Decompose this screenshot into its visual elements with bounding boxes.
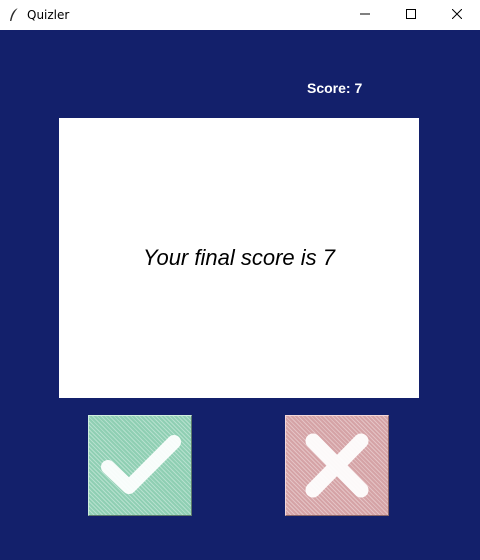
- true-button[interactable]: [88, 415, 192, 516]
- maximize-icon: [406, 6, 416, 24]
- maximize-button[interactable]: [388, 0, 434, 30]
- feather-icon: [7, 7, 21, 23]
- question-card: Your final score is 7: [59, 118, 419, 398]
- question-text: Your final score is 7: [143, 245, 335, 270]
- quiz-window-body: Score: 7 Your final score is 7: [0, 30, 480, 560]
- window-title: Quizler: [27, 8, 70, 22]
- score-label: Score: 7: [307, 80, 363, 96]
- minimize-icon: [360, 6, 370, 24]
- close-icon: [451, 6, 463, 24]
- title-bar[interactable]: Quizler: [0, 0, 480, 30]
- false-button[interactable]: [285, 415, 389, 516]
- close-button[interactable]: [434, 0, 480, 30]
- minimize-button[interactable]: [342, 0, 388, 30]
